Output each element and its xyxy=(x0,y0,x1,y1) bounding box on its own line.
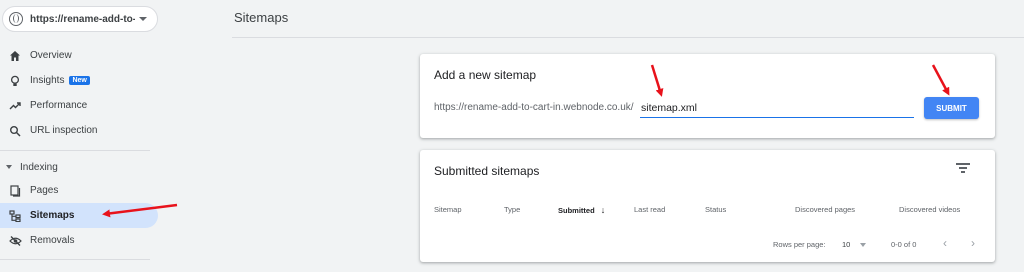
sidebar-item-label: Insights xyxy=(30,75,65,86)
sort-arrow-icon: ↓ xyxy=(600,205,606,215)
collapse-icon xyxy=(6,165,12,169)
sidebar-item-performance[interactable]: Performance xyxy=(0,93,158,118)
sidebar-divider xyxy=(0,150,150,151)
rows-per-page-label: Rows per page: xyxy=(773,240,826,249)
page-title: Sitemaps xyxy=(234,10,289,25)
sidebar-item-url-inspection[interactable]: URL inspection xyxy=(0,118,158,143)
sidebar-item-label: Overview xyxy=(30,50,72,61)
card-title: Submitted sitemaps xyxy=(434,164,540,178)
column-header-status[interactable]: Status xyxy=(705,205,726,214)
sidebar-item-overview[interactable]: Overview xyxy=(0,43,158,68)
prev-page-icon[interactable]: ‹ xyxy=(943,236,947,250)
column-label: Submitted xyxy=(558,206,595,215)
submitted-sitemaps-card: Submitted sitemaps Sitemap Type Submitte… xyxy=(420,150,995,262)
sitemap-icon xyxy=(8,209,22,223)
next-page-icon[interactable]: › xyxy=(971,236,975,250)
column-header-discovered-pages[interactable]: Discovered pages xyxy=(795,205,855,214)
header-divider xyxy=(232,37,1024,38)
chevron-down-icon[interactable] xyxy=(860,243,866,247)
column-header-submitted[interactable]: Submitted ↓ xyxy=(558,205,605,215)
chevron-down-icon xyxy=(139,17,147,21)
rows-per-page-select[interactable]: 10 xyxy=(842,240,850,249)
sidebar-item-label: URL inspection xyxy=(30,125,98,136)
sidebar-divider xyxy=(0,259,150,260)
sidebar-item-pages[interactable]: Pages xyxy=(0,178,158,203)
url-prefix: https://rename-add-to-cart-in.webnode.co… xyxy=(434,102,634,113)
sidebar-item-label: Sitemaps xyxy=(30,210,75,221)
submit-button[interactable]: SUBMIT xyxy=(924,97,979,119)
home-icon xyxy=(8,49,22,63)
filter-icon[interactable] xyxy=(956,162,970,174)
sidebar-section-indexing[interactable]: Indexing xyxy=(0,158,158,176)
sitemap-url-input[interactable] xyxy=(640,98,914,118)
globe-icon xyxy=(9,12,23,26)
lightbulb-icon xyxy=(8,74,22,88)
sidebar: https://rename-add-to-... Overview Insig… xyxy=(0,0,160,272)
pagination-range: 0-0 of 0 xyxy=(891,240,917,249)
add-sitemap-card: Add a new sitemap https://rename-add-to-… xyxy=(420,54,995,138)
sidebar-item-removals[interactable]: Removals xyxy=(0,228,158,253)
column-header-type[interactable]: Type xyxy=(504,205,520,214)
trending-icon xyxy=(8,99,22,113)
new-badge: New xyxy=(69,76,90,85)
sidebar-item-sitemaps[interactable]: Sitemaps xyxy=(0,203,158,228)
property-selector[interactable]: https://rename-add-to-... xyxy=(2,6,158,32)
search-icon xyxy=(8,124,22,138)
sidebar-item-label: Pages xyxy=(30,185,59,196)
column-header-discovered-videos[interactable]: Discovered videos xyxy=(899,205,960,214)
property-label: https://rename-add-to-... xyxy=(30,13,135,25)
column-header-sitemap[interactable]: Sitemap xyxy=(434,205,462,214)
removals-icon xyxy=(8,234,22,248)
pages-icon xyxy=(8,184,22,198)
sidebar-item-insights[interactable]: Insights New xyxy=(0,68,158,93)
column-header-last-read[interactable]: Last read xyxy=(634,205,665,214)
card-title: Add a new sitemap xyxy=(434,68,537,82)
sidebar-item-label: Removals xyxy=(30,235,75,246)
section-label: Indexing xyxy=(20,161,58,173)
sidebar-item-label: Performance xyxy=(30,100,88,111)
